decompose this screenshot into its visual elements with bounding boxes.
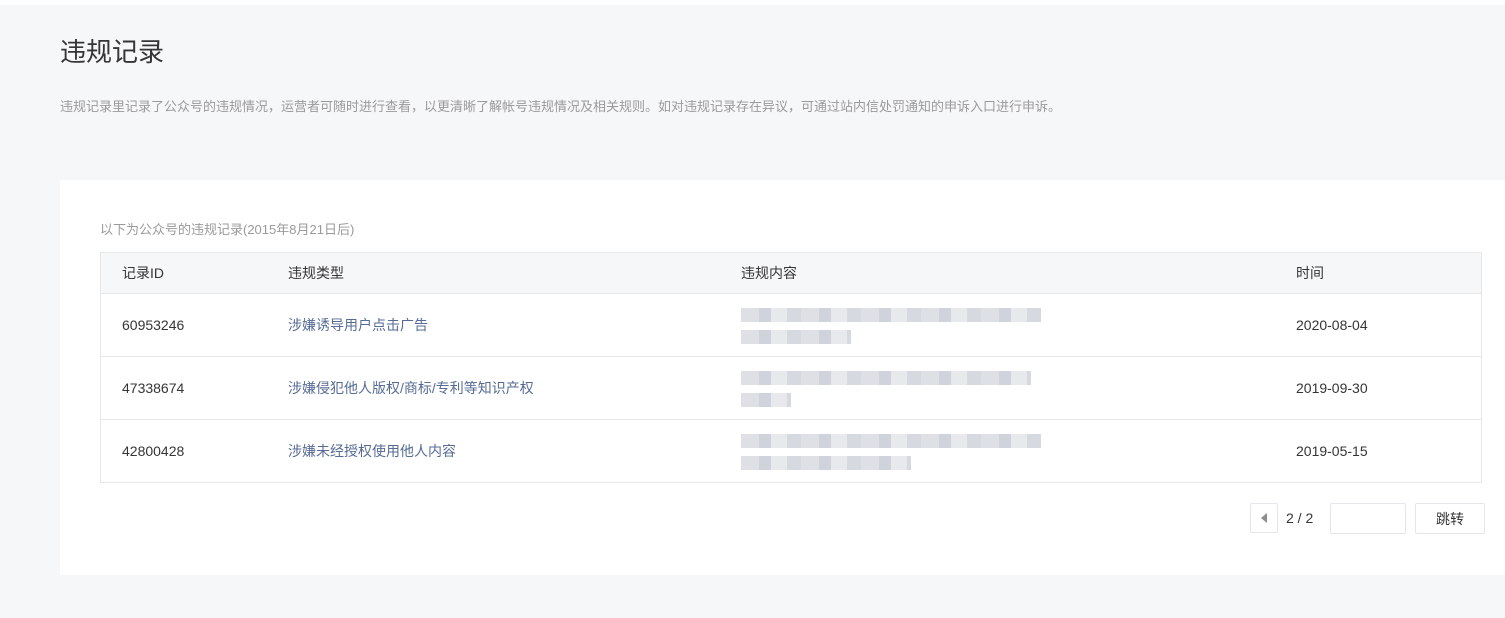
column-header-content: 违规内容 [741, 265, 797, 281]
record-id: 42800428 [122, 443, 185, 459]
blurred-text-line [741, 393, 791, 407]
page-indicator: 2 / 2 [1286, 510, 1314, 526]
column-header-id: 记录ID [122, 265, 164, 281]
record-time: 2019-05-15 [1296, 443, 1368, 459]
record-time: 2020-08-04 [1296, 317, 1368, 333]
page-title: 违规记录 [60, 37, 165, 67]
record-id: 60953246 [122, 317, 185, 333]
page-number-input[interactable] [1330, 503, 1406, 534]
previous-page-button[interactable] [1250, 503, 1278, 533]
violation-type-link[interactable]: 涉嫌侵犯他人版权/商标/专利等知识产权 [288, 357, 534, 419]
column-header-time: 时间 [1296, 265, 1324, 281]
blurred-text-line [741, 456, 911, 470]
table-row: 60953246 涉嫌诱导用户点击广告 2020-08-04 [101, 294, 1481, 357]
record-id: 47338674 [122, 380, 185, 396]
blurred-text-line [741, 371, 1031, 385]
record-time: 2019-09-30 [1296, 380, 1368, 396]
page-description: 违规记录里记录了公众号的违规情况，运营者可随时进行查看，以更清晰了解帐号违规情况… [60, 99, 1062, 114]
blurred-text-line [741, 330, 851, 344]
blurred-text-line [741, 434, 1041, 448]
table-caption: 以下为公众号的违规记录(2015年8月21日后) [100, 222, 355, 237]
arrow-left-icon [1261, 513, 1267, 523]
violation-type-link[interactable]: 涉嫌未经授权使用他人内容 [288, 420, 456, 482]
jump-button[interactable]: 跳转 [1415, 503, 1485, 534]
blurred-text-line [741, 308, 1041, 322]
column-header-type: 违规类型 [288, 265, 344, 281]
violation-type-link[interactable]: 涉嫌诱导用户点击广告 [288, 294, 428, 356]
table-row: 42800428 涉嫌未经授权使用他人内容 2019-05-15 [101, 420, 1481, 482]
table-row: 47338674 涉嫌侵犯他人版权/商标/专利等知识产权 2019-09-30 [101, 357, 1481, 420]
violation-table: 记录ID 违规类型 违规内容 时间 60953246 涉嫌诱导用户点击广告 20… [100, 252, 1482, 483]
blurred-content [741, 369, 1041, 409]
table-header: 记录ID 违规类型 违规内容 时间 [101, 253, 1481, 294]
blurred-content [741, 306, 1041, 346]
blurred-content [741, 432, 1041, 472]
violation-records-card: 以下为公众号的违规记录(2015年8月21日后) 记录ID 违规类型 违规内容 … [60, 180, 1505, 575]
